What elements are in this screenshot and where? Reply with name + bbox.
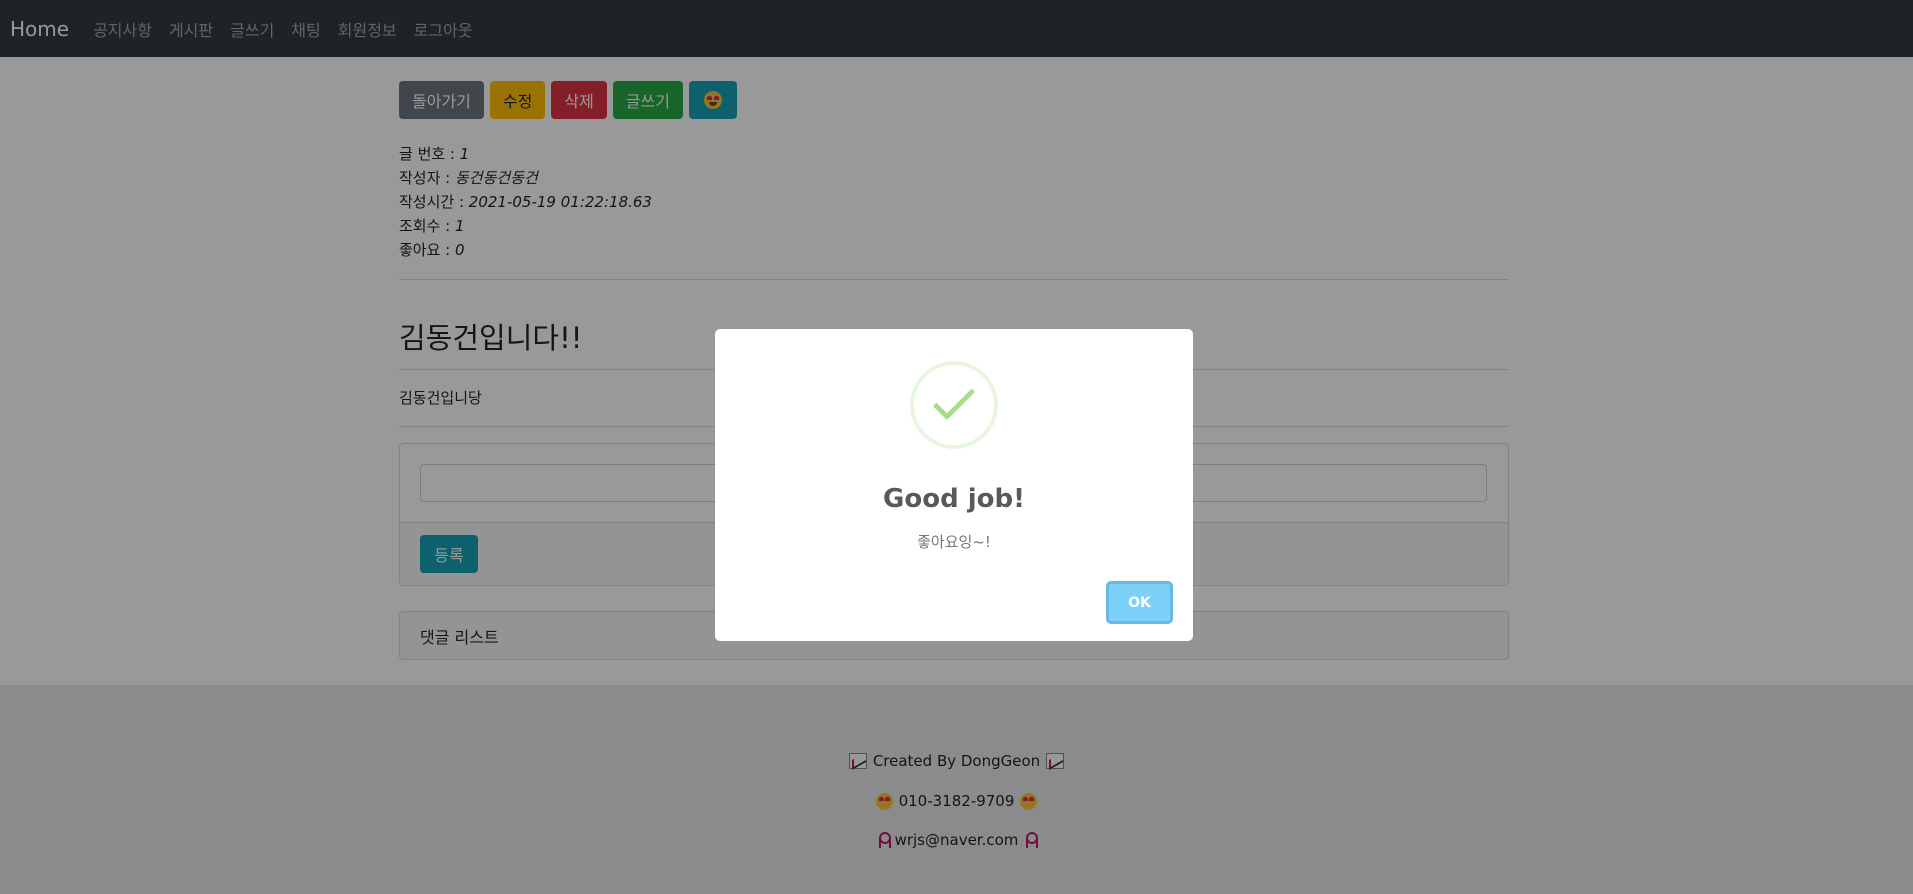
modal-ok-button[interactable]: OK xyxy=(1106,581,1173,624)
success-check-icon xyxy=(910,361,998,449)
modal-text: 좋아요잉~! xyxy=(917,533,991,551)
modal-title: Good job! xyxy=(883,484,1025,514)
success-alert-modal: Good job! 좋아요잉~! OK xyxy=(715,329,1193,641)
